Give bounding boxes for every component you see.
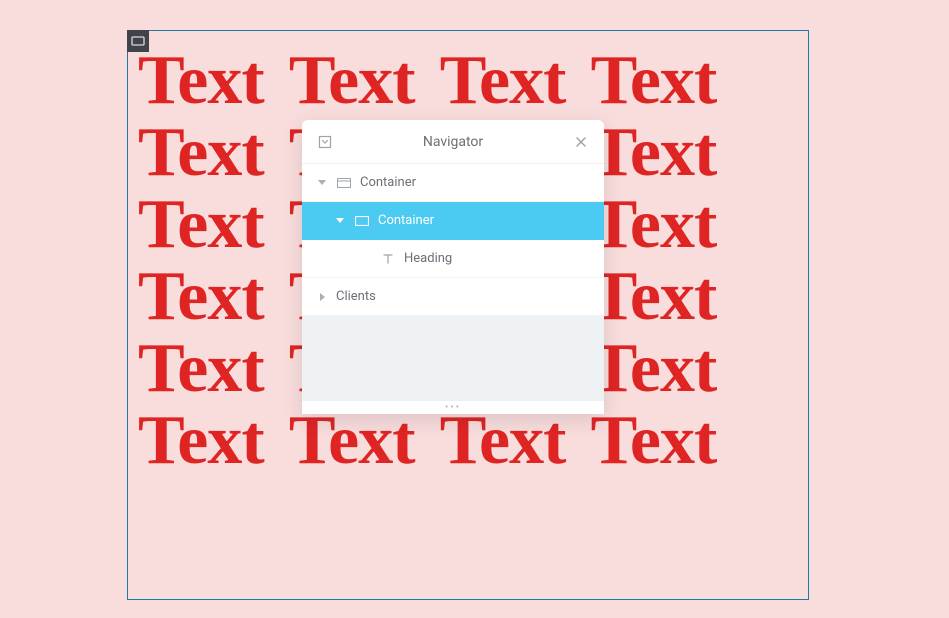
tree-item-container-child[interactable]: Container (302, 202, 604, 240)
tree-item-clients[interactable]: Clients (302, 278, 604, 316)
tree-item-label: Container (360, 175, 604, 190)
widget-icon (131, 36, 145, 46)
container-icon (354, 213, 370, 229)
chevron-down-icon[interactable] (334, 215, 346, 227)
tree-item-label: Heading (404, 251, 604, 266)
navigator-title: Navigator (423, 134, 483, 150)
navigator-tree: Container Container Heading Clients (302, 164, 604, 316)
chevron-down-icon[interactable] (316, 177, 328, 189)
heading-icon (380, 251, 396, 267)
element-handle[interactable] (127, 30, 149, 52)
container-icon (336, 175, 352, 191)
tree-item-container-root[interactable]: Container (302, 164, 604, 202)
navigator-panel[interactable]: Navigator Container (302, 120, 604, 414)
navigator-empty-area (302, 316, 604, 400)
tree-item-label: Container (378, 213, 604, 228)
chevron-right-icon[interactable] (316, 291, 328, 303)
navigator-header: Navigator (302, 120, 604, 164)
tree-item-heading[interactable]: Heading (302, 240, 604, 278)
close-icon[interactable] (572, 133, 590, 151)
navigator-resize-handle[interactable]: ••• (302, 400, 604, 414)
tree-item-label: Clients (336, 289, 604, 304)
collapse-icon[interactable] (316, 133, 334, 151)
